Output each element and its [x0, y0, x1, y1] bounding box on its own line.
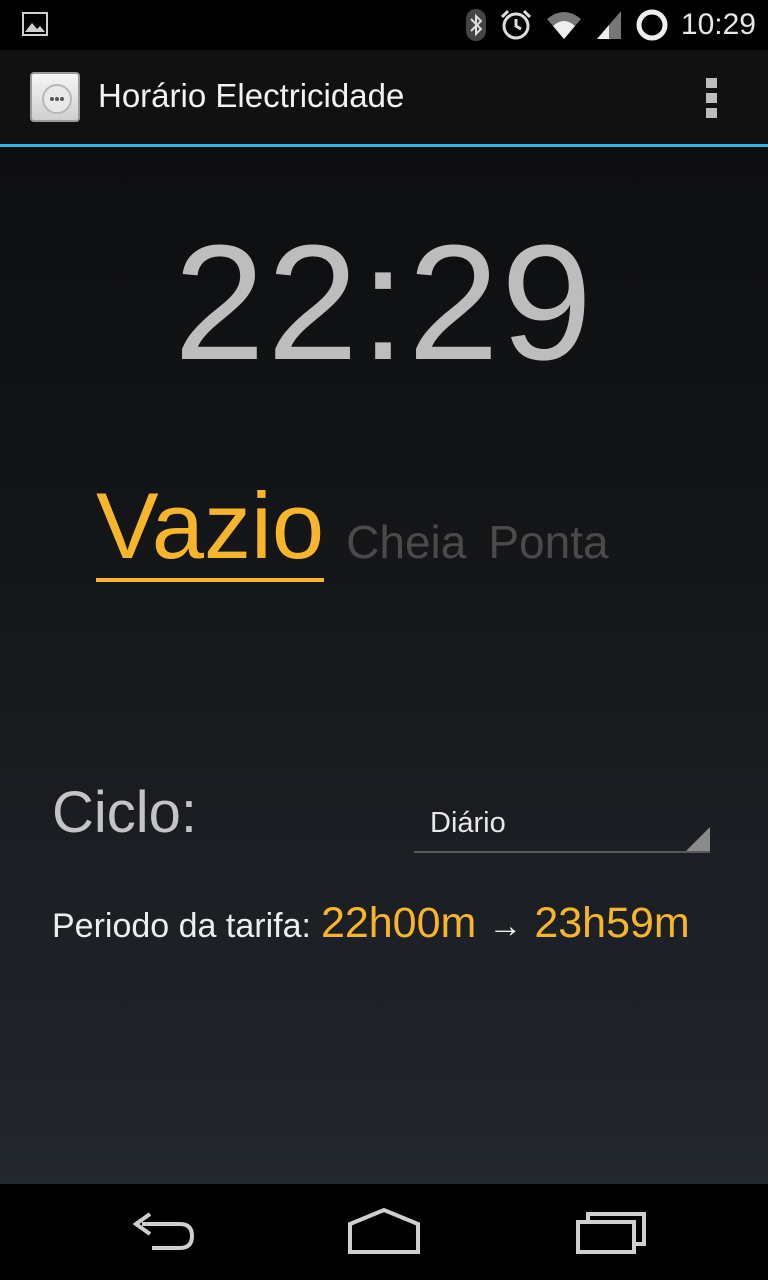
signal-icon: [596, 11, 621, 39]
status-time: 10:29: [680, 8, 756, 41]
cycle-label: Ciclo:: [52, 780, 198, 845]
gallery-icon: [22, 12, 48, 36]
overflow-menu-icon[interactable]: [700, 76, 724, 120]
status-bar: 10:29: [0, 0, 768, 50]
period-arrow: →: [488, 907, 523, 945]
status-icons: 10:29: [465, 6, 756, 44]
sync-icon: [636, 9, 668, 41]
tariff-ponta[interactable]: Ponta: [488, 515, 608, 569]
bluetooth-icon: [465, 9, 486, 41]
home-icon[interactable]: [344, 1202, 424, 1262]
power-socket-icon[interactable]: [30, 72, 80, 122]
tariff-period: Periodo da tarifa: 22h00m → 23h59m: [52, 899, 690, 948]
screen: 10:29 Horário Electricidade 22:29 Vazio …: [0, 0, 768, 1280]
wifi-icon: [546, 12, 581, 39]
nav-bar: [0, 1184, 768, 1280]
recent-apps-icon[interactable]: [570, 1202, 650, 1262]
cycle-spinner[interactable]: Diário: [414, 797, 710, 853]
cycle-selected-value: Diário: [430, 807, 506, 839]
period-label: Periodo da tarifa:: [52, 907, 311, 945]
back-icon[interactable]: [122, 1202, 202, 1262]
tariff-selector: Vazio Cheia Ponta: [96, 476, 609, 582]
tariff-cheia[interactable]: Cheia: [346, 515, 466, 569]
period-start: 22h00m: [320, 899, 477, 947]
current-time: 22:29: [173, 211, 595, 394]
period-end: 23h59m: [534, 899, 690, 947]
tariff-vazio[interactable]: Vazio: [96, 476, 325, 582]
main-content: 22:29 Vazio Cheia Ponta Ciclo: Diário Pe…: [0, 147, 768, 1184]
socket-face: [42, 84, 72, 114]
alarm-icon: [500, 9, 531, 40]
action-bar: Horário Electricidade: [0, 50, 768, 147]
spinner-arrow-icon: [686, 827, 710, 851]
app-title: Horário Electricidade: [98, 77, 405, 114]
